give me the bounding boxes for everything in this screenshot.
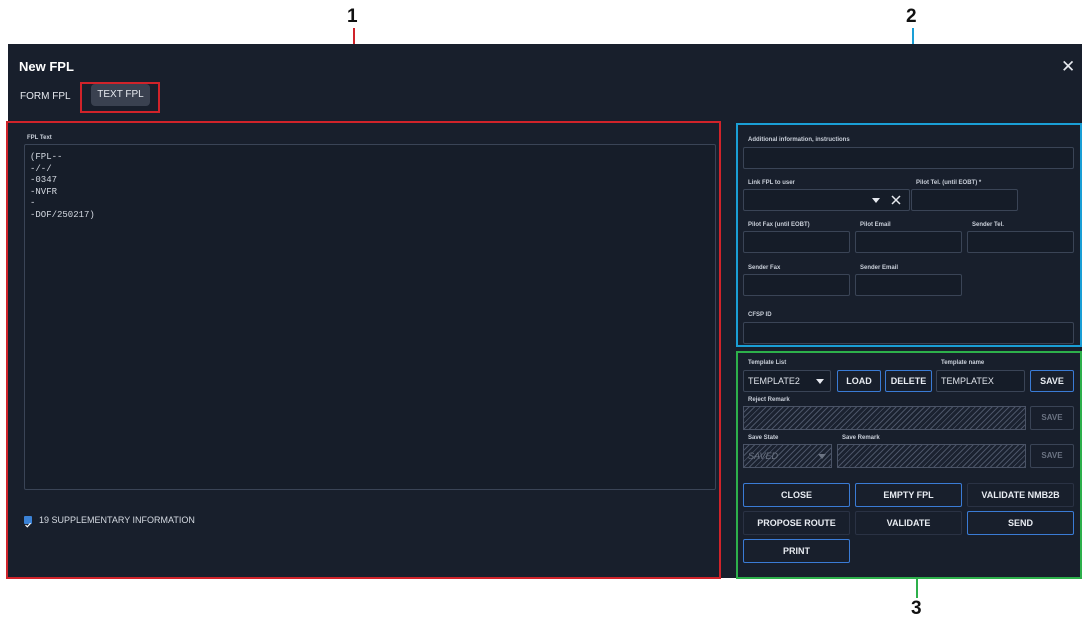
callout-1: 1 [347,6,358,27]
callout-3-leader [916,578,918,598]
tab-form-fpl[interactable]: FORM FPL [20,91,71,102]
callout-3: 3 [911,598,922,619]
text-fpl-highlight [80,82,160,113]
region-1-highlight [6,121,721,579]
close-icon[interactable]: ✕ [1061,58,1075,75]
region-3-highlight [736,351,1082,579]
region-2-highlight [736,123,1082,347]
callout-2: 2 [906,6,917,27]
dialog-title: New FPL [19,59,74,74]
